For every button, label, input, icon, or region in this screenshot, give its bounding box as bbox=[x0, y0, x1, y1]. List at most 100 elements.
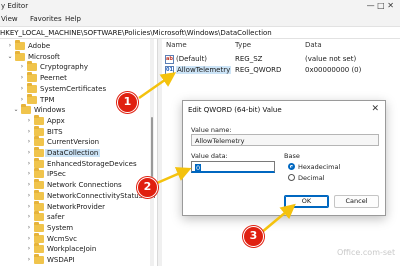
address-path[interactable]: HKEY_LOCAL_MACHINE\SOFTWARE\Policies\Mic… bbox=[0, 29, 272, 37]
tree-item-safer[interactable]: › safer bbox=[26, 211, 150, 223]
chevron-right-icon[interactable]: › bbox=[26, 138, 32, 145]
value-name-text: AllowTelemetry bbox=[195, 137, 245, 145]
folder-icon bbox=[34, 125, 44, 136]
tree-item-label: Peernet bbox=[40, 74, 67, 83]
chevron-right-icon[interactable]: › bbox=[26, 181, 32, 188]
folder-icon bbox=[34, 136, 44, 147]
chevron-right-icon[interactable]: › bbox=[26, 213, 32, 220]
tree-item-label: Microsoft bbox=[28, 52, 60, 61]
ok-button[interactable]: OK bbox=[284, 195, 329, 208]
menu-help[interactable]: Help bbox=[65, 15, 81, 23]
tree-item-wsdapi[interactable]: › WSDAPI bbox=[26, 254, 150, 266]
chevron-right-icon[interactable]: › bbox=[19, 85, 25, 92]
chevron-right-icon[interactable]: › bbox=[26, 235, 32, 242]
chevron-right-icon[interactable]: › bbox=[26, 192, 32, 199]
tree-item-peernet[interactable]: › Peernet bbox=[19, 72, 150, 84]
tree-item-label: IPSec bbox=[47, 170, 66, 179]
value-name-label: Value name: bbox=[191, 126, 232, 134]
chevron-right-icon[interactable]: › bbox=[19, 96, 25, 103]
tree-item-cryptography[interactable]: › Cryptography bbox=[19, 61, 150, 73]
folder-icon bbox=[34, 221, 44, 232]
tree-item-label: WorkplaceJoin bbox=[47, 245, 97, 254]
tree-item-enhancedstoragedevices[interactable]: › EnhancedStorageDevices bbox=[26, 157, 150, 170]
folder-icon bbox=[15, 40, 25, 50]
value-name: AllowTelemetry bbox=[176, 66, 232, 74]
window-controls[interactable]: — □ ✕ bbox=[367, 1, 394, 10]
chevron-right-icon[interactable]: › bbox=[26, 224, 32, 231]
value-row-default[interactable]: ab (Default) REG_SZ (value not set) bbox=[162, 54, 400, 65]
tree-scrollbar-thumb[interactable] bbox=[151, 117, 153, 177]
hexadecimal-radio[interactable] bbox=[288, 163, 295, 170]
tree-scrollbar[interactable] bbox=[150, 39, 154, 266]
folder-icon bbox=[27, 72, 37, 83]
chevron-right-icon[interactable]: › bbox=[19, 63, 25, 70]
tree-item-adobe[interactable]: › Adobe bbox=[7, 40, 150, 52]
folder-icon bbox=[34, 189, 44, 200]
value-data-input[interactable]: 0 bbox=[191, 161, 275, 173]
menu-favorites[interactable]: Favorites bbox=[30, 15, 62, 23]
menu-view[interactable]: View bbox=[1, 15, 18, 23]
tree-item-label: BITS bbox=[47, 127, 63, 136]
binary-value-icon: 01 bbox=[165, 66, 174, 75]
decimal-radio[interactable] bbox=[288, 174, 295, 181]
chevron-right-icon[interactable]: › bbox=[26, 256, 32, 263]
value-data: (value not set) bbox=[305, 55, 357, 63]
close-icon[interactable]: ✕ bbox=[371, 104, 379, 114]
chevron-right-icon[interactable]: › bbox=[26, 117, 32, 124]
string-value-icon: ab bbox=[165, 55, 174, 64]
tree-item-label: WcmSvc bbox=[47, 234, 78, 243]
tree-item-ipsec[interactable]: › IPSec bbox=[26, 168, 150, 180]
window-title: y Editor bbox=[1, 2, 29, 10]
tree-item-label: System bbox=[47, 223, 74, 232]
chevron-right-icon[interactable]: › bbox=[7, 42, 13, 49]
tree-item-network-connections[interactable]: › Network Connections bbox=[26, 179, 150, 191]
column-header-type[interactable]: Type bbox=[235, 41, 251, 49]
base-label: Base bbox=[284, 152, 300, 160]
tree-item-label: safer bbox=[47, 213, 65, 222]
chevron-down-icon[interactable]: ⌄ bbox=[13, 106, 19, 113]
value-data-label: Value data: bbox=[191, 152, 228, 160]
watermark: Office.com-set bbox=[337, 248, 396, 257]
decimal-label[interactable]: Decimal bbox=[298, 174, 325, 182]
tree-item-label: TPM bbox=[40, 95, 55, 104]
edit-qword-dialog: Edit QWORD (64-bit) Value ✕ Value name: … bbox=[182, 100, 386, 216]
tree-item-label: CurrentVersion bbox=[47, 138, 100, 147]
tree-item-workplacejoin[interactable]: › WorkplaceJoin bbox=[26, 243, 150, 255]
address-bar[interactable]: HKEY_LOCAL_MACHINE\SOFTWARE\Policies\Mic… bbox=[0, 26, 400, 39]
chevron-right-icon[interactable]: › bbox=[26, 170, 32, 177]
chevron-right-icon[interactable]: › bbox=[19, 74, 25, 81]
folder-icon bbox=[21, 104, 31, 115]
column-header-name[interactable]: Name bbox=[166, 41, 187, 49]
hexadecimal-label[interactable]: Hexadecimal bbox=[298, 163, 340, 171]
tree-item-label: WSDAPI bbox=[47, 256, 75, 264]
chevron-right-icon[interactable]: › bbox=[26, 149, 32, 156]
chevron-down-icon[interactable]: ⌄ bbox=[7, 53, 13, 60]
value-name-field: AllowTelemetry bbox=[191, 134, 379, 146]
chevron-right-icon[interactable]: › bbox=[26, 203, 32, 210]
tree-item-system[interactable]: › System bbox=[26, 221, 150, 234]
value-name: (Default) bbox=[176, 55, 208, 63]
column-header-data[interactable]: Data bbox=[305, 41, 322, 49]
folder-icon bbox=[27, 61, 37, 72]
tree-item-label: NetworkProvider bbox=[47, 202, 106, 211]
tree-item-datacollection[interactable]: › DataCollection bbox=[26, 147, 150, 159]
tree-item-networkconnectivitystatusindi[interactable]: › NetworkConnectivityStatusIndi bbox=[26, 189, 155, 202]
tree-item-label: Appx bbox=[47, 116, 65, 125]
tree-item-bits[interactable]: › BITS bbox=[26, 125, 150, 138]
chevron-right-icon[interactable]: › bbox=[26, 245, 32, 252]
folder-icon bbox=[34, 211, 44, 222]
tree-item-networkprovider[interactable]: › NetworkProvider bbox=[26, 200, 150, 213]
chevron-right-icon[interactable]: › bbox=[26, 160, 32, 167]
folder-icon bbox=[34, 157, 44, 168]
value-type: REG_SZ bbox=[235, 55, 263, 63]
tree-item-label: Windows bbox=[34, 106, 66, 115]
folder-icon bbox=[27, 93, 37, 104]
tree-item-appx[interactable]: › Appx bbox=[26, 114, 150, 127]
value-row-allowtelemetry[interactable]: 01 AllowTelemetry REG_QWORD 0x00000000 (… bbox=[162, 65, 400, 76]
tree-item-label: Cryptography bbox=[40, 63, 89, 72]
tree-item-currentversion[interactable]: › CurrentVersion bbox=[26, 136, 150, 148]
cancel-button[interactable]: Cancel bbox=[334, 195, 379, 208]
chevron-right-icon[interactable]: › bbox=[26, 128, 32, 135]
tree-item-wcmsvc[interactable]: › WcmSvc bbox=[26, 232, 150, 245]
value-type: REG_QWORD bbox=[235, 66, 282, 74]
